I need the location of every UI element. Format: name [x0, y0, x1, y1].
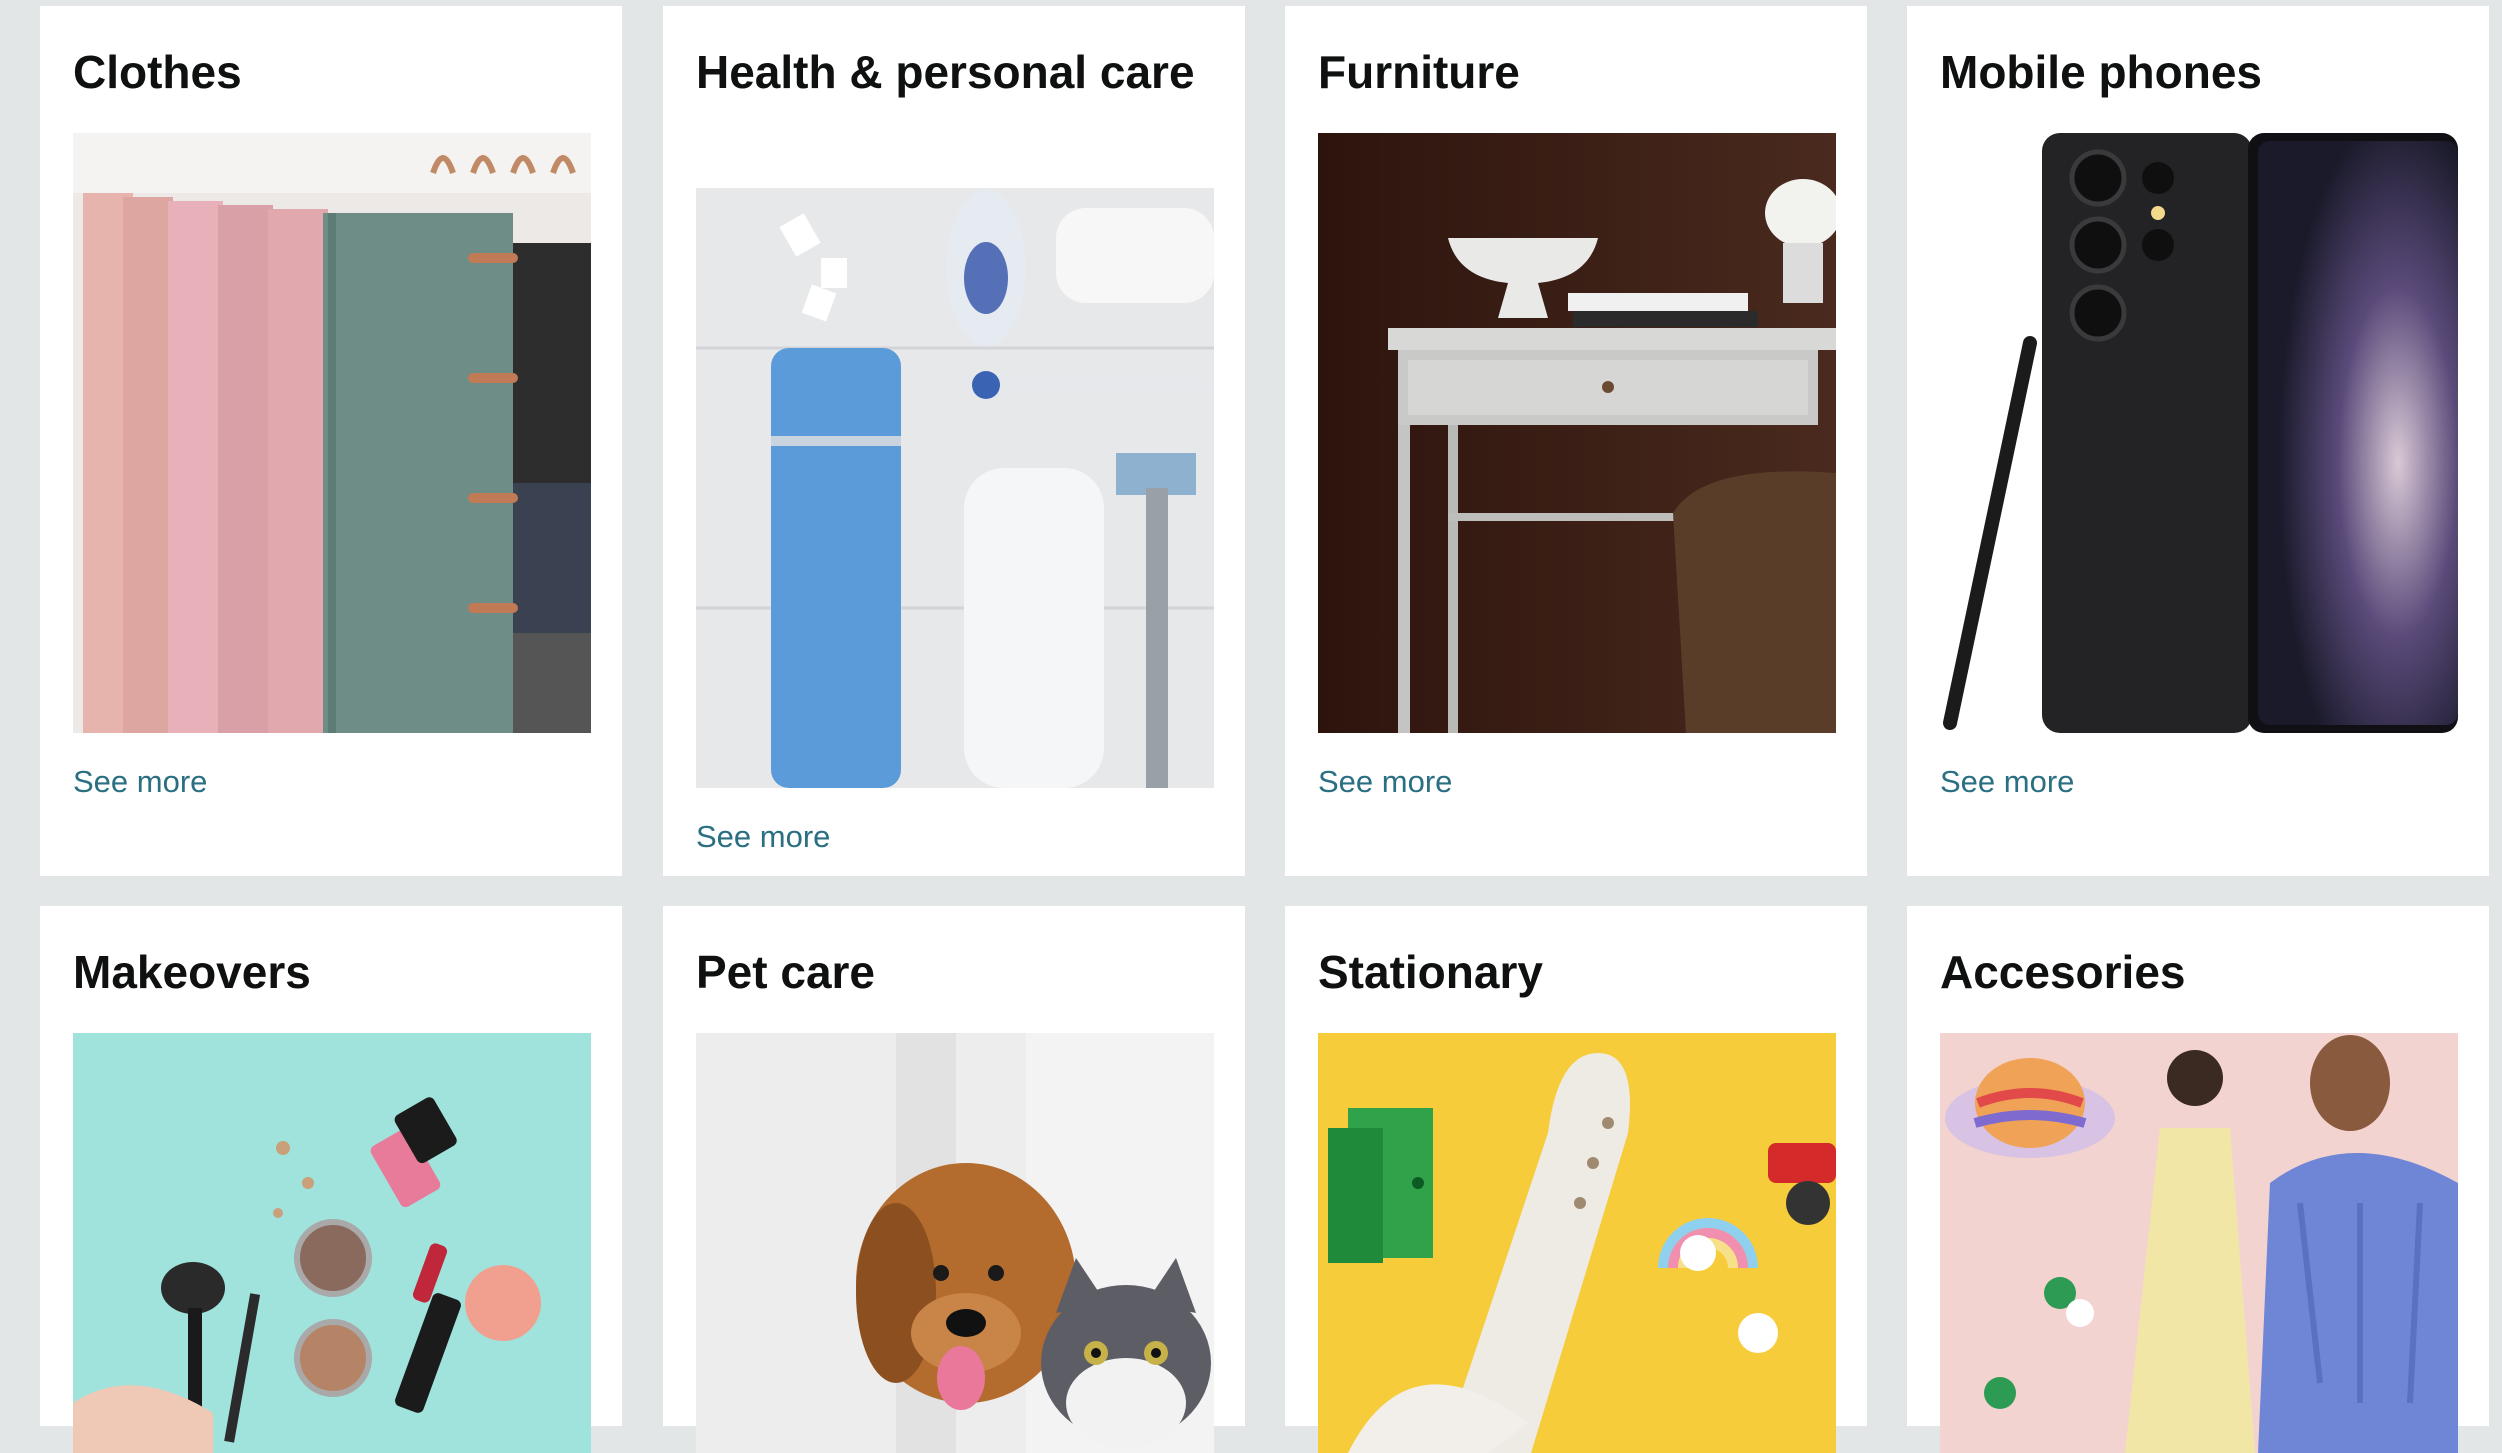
stationary-image[interactable]	[1318, 1033, 1836, 1453]
category-card-mobile-phones: Mobile phones See more	[1907, 6, 2489, 876]
card-title: Clothes	[73, 46, 242, 98]
mobile-phones-image[interactable]	[1940, 133, 2458, 733]
card-title: Makeovers	[73, 946, 311, 998]
see-more-link[interactable]: See more	[1318, 764, 1452, 800]
see-more-link[interactable]: See more	[1940, 764, 2074, 800]
see-more-link[interactable]: See more	[696, 819, 830, 855]
category-card-makeovers: Makeovers	[40, 906, 622, 1453]
see-more-link[interactable]: See more	[73, 764, 207, 800]
card-title: Furniture	[1318, 46, 1520, 98]
card-title: Health & personal care	[696, 46, 1195, 98]
category-card-stationary: Stationary	[1285, 906, 1867, 1453]
category-card-accesories: Accesories	[1907, 906, 2489, 1453]
pet-care-image[interactable]	[696, 1033, 1214, 1453]
category-card-clothes: Clothes See more	[40, 6, 622, 876]
category-card-pet-care: Pet care	[663, 906, 1245, 1453]
card-title: Mobile phones	[1940, 46, 2262, 98]
furniture-image[interactable]	[1318, 133, 1836, 733]
health-personal-care-image[interactable]	[696, 188, 1214, 788]
category-card-health-personal-care: Health & personal care See more	[663, 6, 1245, 876]
accesories-image[interactable]	[1940, 1033, 2458, 1453]
category-card-furniture: Furniture See more	[1285, 6, 1867, 876]
makeovers-image[interactable]	[73, 1033, 591, 1453]
card-title: Pet care	[696, 946, 876, 998]
card-title: Stationary	[1318, 946, 1543, 998]
card-title: Accesories	[1940, 946, 2186, 998]
clothes-image[interactable]	[73, 133, 591, 733]
